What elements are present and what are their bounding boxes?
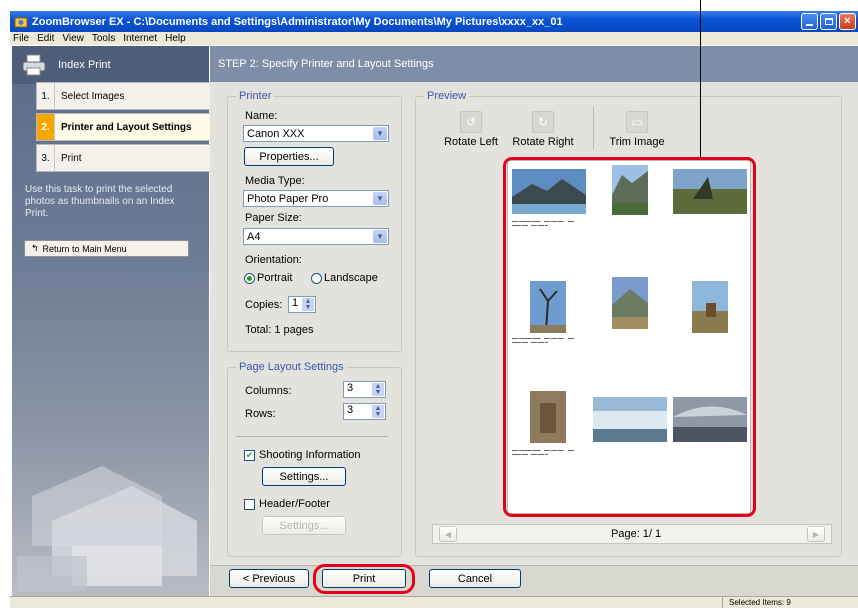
step-label: Print (61, 152, 82, 164)
return-arrow-icon: ↰ (31, 243, 39, 253)
header-footer-settings-button[interactable]: Settings... (262, 516, 346, 535)
step-number: 2. (37, 114, 55, 140)
columns-value: 3 (347, 382, 354, 394)
spinner-arrows-icon[interactable]: ▲ ▼ (372, 383, 384, 396)
header-footer-label: Header/Footer (259, 498, 330, 510)
rotate-left-icon: ↺ (460, 111, 482, 133)
callout-line (700, 0, 701, 158)
return-to-main-menu-button[interactable]: ↰ Return to Main Menu (24, 240, 189, 257)
menu-edit[interactable]: Edit (37, 33, 54, 44)
menu-file[interactable]: File (13, 33, 29, 44)
restore-button[interactable] (820, 13, 837, 30)
next-page-button[interactable]: ▶ (807, 526, 825, 542)
landscape-radio[interactable]: Landscape (311, 272, 378, 284)
step-number: 3. (37, 145, 55, 171)
paper-size-label: Paper Size: (245, 212, 302, 224)
trim-icon: ▭ (626, 111, 648, 133)
media-type-label: Media Type: (245, 175, 305, 187)
toolbar-separator (593, 107, 594, 149)
header-footer-checkbox[interactable]: Header/Footer (244, 498, 330, 510)
trim-image-button[interactable]: ▭ Trim Image (607, 111, 667, 148)
layout-group-title: Page Layout Settings (236, 361, 347, 373)
sidebar-title: Index Print (58, 59, 111, 71)
check-icon: ✔ (244, 449, 255, 461)
step-select-images[interactable]: 1. Select Images (36, 82, 213, 110)
printer-icon (22, 54, 46, 76)
shooting-settings-button[interactable]: Settings... (262, 467, 346, 486)
menu-help[interactable]: Help (165, 33, 186, 44)
printer-name-select[interactable]: Canon XXX ▼ (243, 125, 389, 142)
step-label: Printer and Layout Settings (61, 121, 192, 133)
chevron-down-icon: ▼ (373, 192, 387, 205)
rows-label: Rows: (245, 408, 276, 420)
portrait-radio[interactable]: Portrait (244, 272, 292, 284)
minimize-button[interactable] (801, 13, 818, 30)
close-button[interactable]: × (839, 13, 856, 30)
media-type-value: Photo Paper Pro (247, 192, 329, 205)
shooting-info-label: Shooting Information (259, 449, 361, 461)
printer-name-value: Canon XXX (247, 127, 305, 140)
copies-value: 1 (292, 297, 299, 309)
spinner-arrows-icon[interactable]: ▲ ▼ (302, 298, 314, 311)
page-indicator: Page: 1/ 1 (611, 528, 662, 540)
landscape-label: Landscape (324, 272, 378, 284)
rows-value: 3 (347, 404, 354, 416)
properties-button[interactable]: Properties... (244, 147, 334, 166)
step-printer-layout[interactable]: 2. Printer and Layout Settings (36, 113, 213, 141)
spinner-arrows-icon[interactable]: ▲ ▼ (372, 405, 384, 418)
paper-size-value: A4 (247, 230, 261, 243)
menu-internet[interactable]: Internet (123, 33, 157, 44)
divider (236, 436, 388, 437)
page-navigator: ◀ Page: 1/ 1 ▶ (432, 524, 832, 544)
menu-tools[interactable]: Tools (92, 33, 115, 44)
rotate-left-label: Rotate Left (444, 136, 498, 148)
radio-selected-icon (244, 272, 255, 284)
selected-items-status: Selected Items: 9 (722, 597, 791, 608)
columns-spinner[interactable]: 3 ▲ ▼ (343, 381, 386, 398)
cancel-button[interactable]: Cancel (429, 569, 521, 588)
printer-name-label: Name: (245, 110, 278, 122)
portrait-label: Portrait (257, 272, 293, 284)
task-description: Use this task to print the selected phot… (25, 184, 175, 219)
radio-icon (311, 272, 322, 284)
media-type-select[interactable]: Photo Paper Pro ▼ (243, 190, 389, 207)
window-title: ZoomBrowser EX - C:\Documents and Settin… (32, 15, 563, 28)
sidebar-header: Index Print (12, 46, 209, 84)
orientation-label: Orientation: (245, 254, 302, 266)
chevron-down-icon: ▼ (373, 127, 387, 140)
rows-spinner[interactable]: 3 ▲ ▼ (343, 403, 386, 420)
columns-label: Columns: (245, 385, 292, 397)
trim-image-label: Trim Image (609, 136, 665, 148)
return-label: Return to Main Menu (42, 243, 127, 254)
step-title: STEP 2: Specify Printer and Layout Setti… (210, 46, 858, 82)
printer-group-title: Printer (236, 90, 275, 102)
step-print[interactable]: 3. Print (36, 144, 213, 172)
paper-size-select[interactable]: A4 ▼ (243, 228, 389, 245)
shooting-info-checkbox[interactable]: ✔ Shooting Information (244, 449, 361, 461)
decorative-printer-graphic (17, 466, 197, 591)
preview-group-title: Preview (424, 90, 470, 102)
rotate-right-icon: ↻ (532, 111, 554, 133)
rotate-right-label: Rotate Right (512, 136, 574, 148)
previous-button[interactable]: < Previous (229, 569, 309, 588)
task-sidebar: Index Print 1. Select Images 2. Printer … (12, 46, 213, 596)
copies-spinner[interactable]: 1 ▲ ▼ (288, 296, 316, 313)
window-title-bar: ZoomBrowser EX - C:\Documents and Settin… (10, 11, 858, 32)
app-icon (14, 17, 28, 27)
status-bar: Selected Items: 9 (10, 596, 858, 608)
copies-label: Copies: (245, 299, 283, 311)
chevron-down-icon: ▼ (373, 230, 387, 243)
step-number: 1. (37, 83, 55, 109)
step-label: Select Images (61, 90, 125, 102)
preview-highlight-box (503, 157, 756, 517)
total-pages: Total: 1 pages (245, 324, 314, 336)
previous-page-button[interactable]: ◀ (439, 526, 457, 542)
rotate-right-button[interactable]: ↻ Rotate Right (510, 111, 576, 148)
menu-bar: File Edit View Tools Internet Help (10, 32, 858, 45)
checkbox-empty-icon (244, 498, 255, 510)
print-highlight-box (313, 564, 415, 594)
menu-view[interactable]: View (62, 33, 84, 44)
rotate-left-button[interactable]: ↺ Rotate Left (441, 111, 501, 148)
